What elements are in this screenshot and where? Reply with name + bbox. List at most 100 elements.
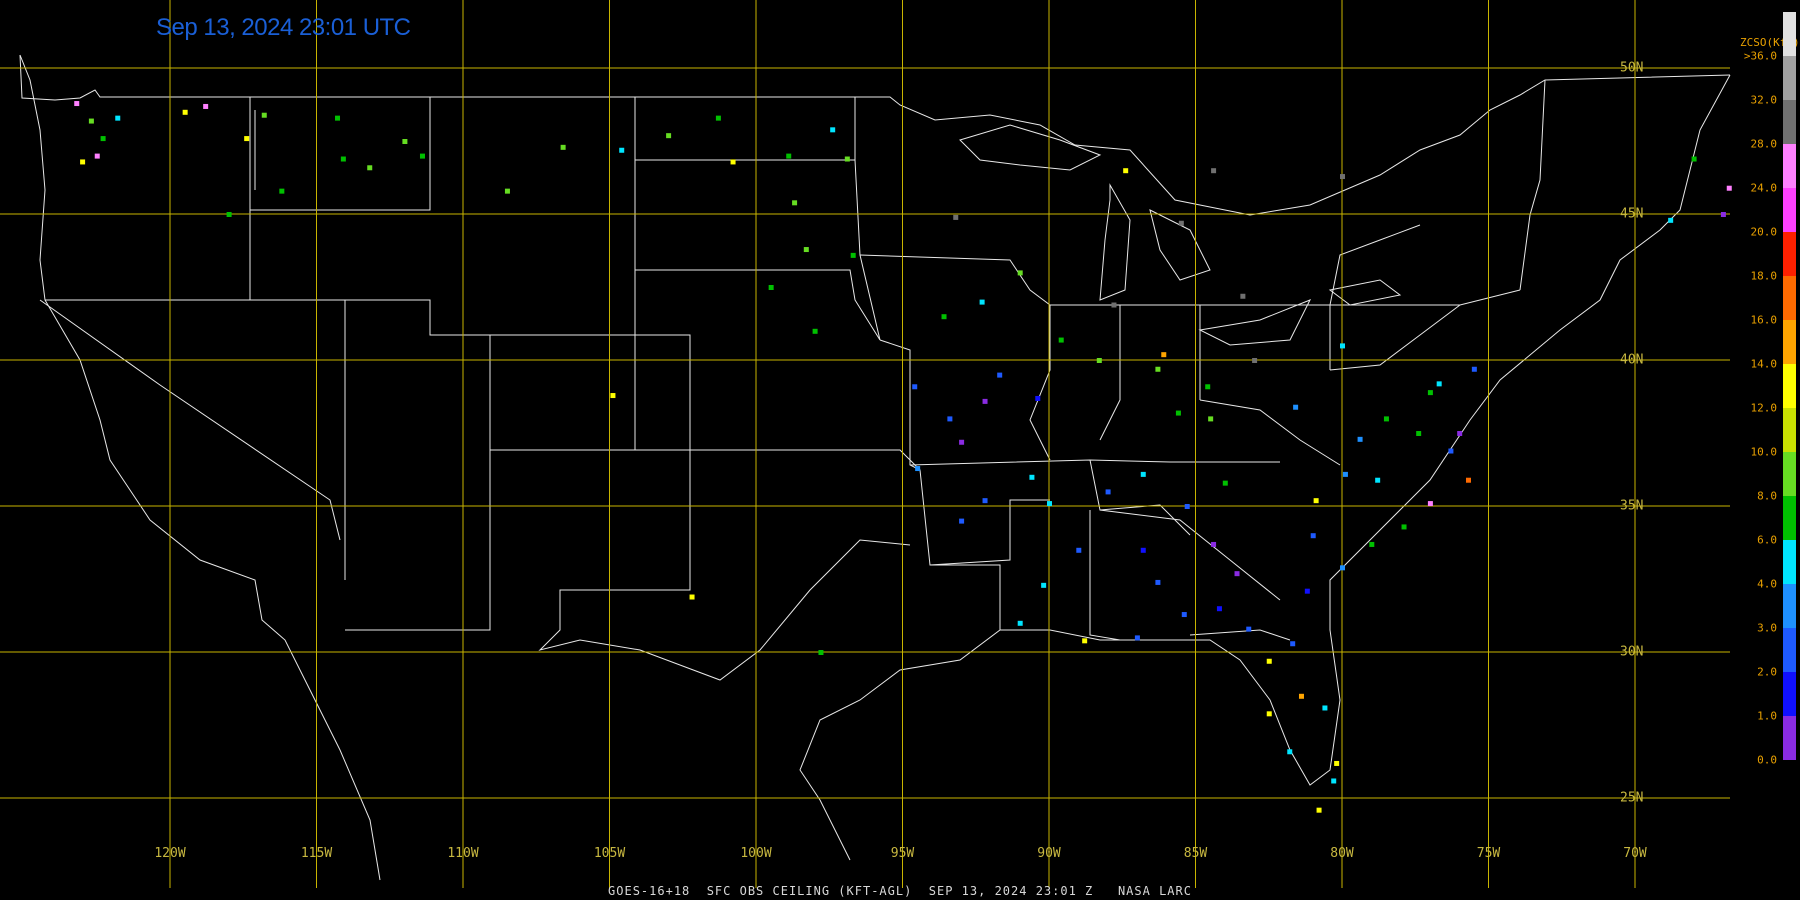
observation-marker bbox=[1334, 760, 1340, 766]
longitude-label: 75W bbox=[1476, 846, 1501, 861]
observation-marker bbox=[1222, 480, 1228, 486]
observation-marker bbox=[803, 247, 809, 253]
observation-marker bbox=[1140, 547, 1146, 553]
longitude-label: 80W bbox=[1330, 846, 1354, 861]
longitude-label: 95W bbox=[890, 846, 915, 861]
observation-marker bbox=[619, 147, 625, 153]
colorbar-top-label: >36.0 bbox=[1743, 49, 1777, 63]
observation-marker bbox=[182, 109, 188, 115]
observation-marker bbox=[100, 136, 106, 142]
observation-marker bbox=[1340, 174, 1345, 180]
observation-marker bbox=[953, 214, 959, 220]
observation-marker bbox=[1096, 358, 1102, 363]
valid-time-title: Sep 13, 2024 23:01 UTC bbox=[156, 14, 411, 41]
latitude-label: 50N bbox=[1620, 60, 1644, 76]
colorbar-tick-label: 6.0 bbox=[1757, 533, 1777, 547]
observation-marker bbox=[1029, 474, 1035, 480]
observation-marker bbox=[1313, 498, 1319, 504]
observation-marker bbox=[1234, 571, 1240, 577]
observation-marker bbox=[818, 650, 824, 655]
colorbar-tick-label: 16.0 bbox=[1750, 313, 1778, 327]
colorbar-segment bbox=[1783, 496, 1796, 540]
colorbar-tick-label: 20.0 bbox=[1750, 225, 1778, 239]
colorbar-segment bbox=[1783, 232, 1796, 276]
observation-marker bbox=[1427, 390, 1433, 396]
observation-marker bbox=[1340, 565, 1345, 571]
observation-marker bbox=[1471, 366, 1477, 372]
colorbar-tick-label: 0.0 bbox=[1757, 753, 1777, 767]
observation-marker bbox=[1375, 477, 1381, 483]
observation-marker bbox=[997, 372, 1003, 378]
observation-marker bbox=[1184, 504, 1190, 509]
observation-marker bbox=[1041, 582, 1047, 588]
observation-marker bbox=[402, 139, 408, 144]
latitude-label: 35N bbox=[1620, 498, 1644, 514]
observation-marker bbox=[203, 103, 209, 109]
colorbar-tick-label: 24.0 bbox=[1750, 181, 1778, 195]
observation-marker bbox=[279, 188, 285, 194]
observation-marker bbox=[1304, 588, 1310, 594]
observation-marker bbox=[80, 159, 86, 165]
observation-marker bbox=[1211, 541, 1217, 547]
observation-marker bbox=[1357, 436, 1363, 442]
longitude-label: 120W bbox=[154, 846, 186, 861]
colorbar-tick-label: 28.0 bbox=[1750, 137, 1778, 151]
observation-marker bbox=[335, 115, 341, 121]
observation-marker bbox=[1691, 156, 1697, 162]
colorbar-segment bbox=[1783, 452, 1796, 496]
observation-marker bbox=[979, 299, 985, 305]
observation-marker bbox=[1205, 384, 1211, 390]
observation-marker bbox=[1465, 477, 1471, 483]
observation-marker bbox=[1161, 352, 1167, 358]
colorbar-segment bbox=[1783, 364, 1796, 408]
observation-marker bbox=[1140, 471, 1146, 477]
colorbar-segment bbox=[1783, 628, 1796, 672]
latitude-label: 45N bbox=[1620, 206, 1644, 222]
latitude-label: 40N bbox=[1620, 352, 1644, 368]
observation-marker bbox=[1726, 185, 1732, 191]
observation-marker bbox=[1342, 471, 1348, 477]
observation-marker bbox=[1298, 693, 1304, 699]
longitude-label: 105W bbox=[593, 846, 626, 861]
observation-marker bbox=[1668, 217, 1674, 223]
colorbar-tick-label: 1.0 bbox=[1757, 709, 1777, 723]
observation-marker bbox=[1216, 606, 1222, 612]
observation-marker bbox=[786, 153, 792, 159]
observation-marker bbox=[74, 101, 80, 107]
observation-marker bbox=[730, 159, 736, 165]
observation-marker bbox=[689, 594, 695, 600]
observation-marker bbox=[1287, 749, 1293, 755]
observation-marker bbox=[1252, 358, 1258, 363]
observation-marker bbox=[1448, 448, 1454, 454]
latitude-label: 30N bbox=[1620, 644, 1644, 660]
state-boundaries bbox=[19, 54, 1731, 881]
longitude-label: 100W bbox=[740, 846, 772, 861]
observation-marker bbox=[959, 439, 965, 445]
observation-marker bbox=[830, 127, 836, 133]
observation-marker bbox=[115, 115, 121, 121]
observation-marker bbox=[1123, 168, 1129, 174]
observation-marker bbox=[88, 118, 94, 124]
observation-marker bbox=[1076, 547, 1082, 553]
colorbar-segment bbox=[1783, 12, 1796, 56]
observation-marker bbox=[1134, 635, 1140, 641]
longitude-label: 90W bbox=[1037, 846, 1061, 861]
observation-marker bbox=[610, 393, 616, 399]
observation-marker bbox=[947, 416, 953, 422]
observation-marker bbox=[1720, 212, 1726, 217]
observation-marker bbox=[1246, 626, 1252, 632]
observation-marker bbox=[1035, 395, 1041, 401]
observation-marker bbox=[560, 144, 566, 150]
observation-marker bbox=[419, 153, 425, 159]
colorbar-tick-label: 10.0 bbox=[1750, 445, 1778, 459]
observation-marker bbox=[1290, 641, 1296, 647]
observation-marker bbox=[1178, 220, 1184, 226]
observation-marker bbox=[1240, 293, 1246, 299]
observation-marker bbox=[1436, 381, 1442, 387]
observation-marker bbox=[915, 466, 921, 472]
colorbar-tick-label: 8.0 bbox=[1757, 489, 1777, 503]
observation-marker bbox=[1401, 524, 1407, 530]
observation-marker bbox=[1047, 501, 1052, 507]
observation-marker bbox=[1266, 658, 1272, 664]
observation-marker bbox=[768, 285, 774, 290]
